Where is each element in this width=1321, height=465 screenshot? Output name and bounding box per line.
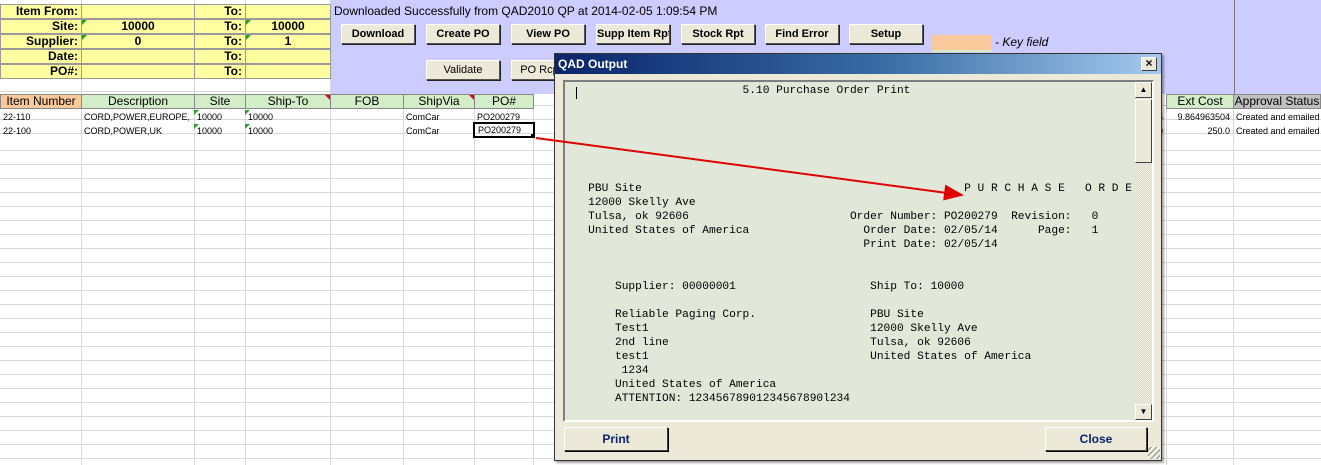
- output-line: Test1 12000 Skelly Ave: [568, 323, 978, 335]
- cell-fob[interactable]: [330, 110, 403, 124]
- output-line: 2nd line Tulsa, ok 92606: [568, 337, 971, 349]
- key-field-legend: - Key field: [995, 35, 1049, 49]
- stock-rpt-button[interactable]: Stock Rpt: [681, 24, 755, 44]
- output-line: 12000 Skelly Ave: [568, 197, 696, 209]
- site-label: Site:: [0, 19, 82, 34]
- cell-approval-status[interactable]: Created and emailed: [1233, 124, 1321, 138]
- setup-button[interactable]: Setup: [849, 24, 923, 44]
- output-line: Print Date: 02/05/14: [568, 239, 998, 251]
- item-from-label: Item From:: [0, 4, 82, 19]
- site-to-field[interactable]: 10000: [245, 19, 331, 34]
- date-to-label: To:: [194, 49, 246, 64]
- po-from-field[interactable]: [81, 64, 195, 79]
- cell-item-number[interactable]: 22-100: [0, 124, 81, 138]
- site-to-label: To:: [194, 19, 246, 34]
- output-line: Tulsa, ok 92606 Order Number: PO200279 R…: [568, 211, 1099, 223]
- cell-po-selected[interactable]: PO200279: [473, 122, 535, 138]
- item-to-field[interactable]: [245, 4, 331, 19]
- cell-ship-to[interactable]: 10000: [245, 110, 330, 124]
- column-header-ship-to[interactable]: Ship-To: [245, 94, 331, 109]
- output-line: United States of America: [568, 379, 777, 391]
- create-po-button[interactable]: Create PO: [426, 24, 500, 44]
- output-line: United States of America Order Date: 02/…: [568, 225, 1099, 237]
- cell-fob[interactable]: [330, 124, 403, 138]
- find-error-button[interactable]: Find Error: [765, 24, 839, 44]
- selection-fill-handle[interactable]: [531, 134, 535, 138]
- column-header-approval-status[interactable]: Approval Status: [1233, 94, 1321, 109]
- supplier-label: Supplier:: [0, 34, 82, 49]
- column-header-po[interactable]: PO#: [474, 94, 534, 109]
- qad-output-dialog: QAD Output × 5.10 Purchase Order Print P…: [554, 53, 1162, 461]
- cell-ship-via[interactable]: ComCar: [403, 124, 474, 138]
- output-text-area[interactable]: 5.10 Purchase Order Print PBU Site P U R…: [563, 80, 1154, 422]
- column-header-fob[interactable]: FOB: [330, 94, 404, 109]
- column-header-description[interactable]: Description: [81, 94, 195, 109]
- scrollbar-thumb[interactable]: [1135, 99, 1152, 163]
- date-label: Date:: [0, 49, 82, 64]
- print-button[interactable]: Print: [564, 427, 668, 451]
- close-button[interactable]: Close: [1045, 427, 1147, 451]
- item-to-label: To:: [194, 4, 246, 19]
- column-header-ext-cost[interactable]: Ext Cost: [1166, 94, 1234, 109]
- scroll-down-icon[interactable]: ▼: [1135, 404, 1152, 420]
- date-to-field[interactable]: [245, 49, 331, 64]
- dialog-title: QAD Output: [558, 57, 628, 71]
- site-from-field[interactable]: 10000: [81, 19, 195, 34]
- po-label: PO#:: [0, 64, 82, 79]
- cell-description[interactable]: CORD,POWER,EUROPE,: [81, 110, 194, 124]
- header-band-right: [1234, 0, 1321, 94]
- dialog-titlebar[interactable]: QAD Output ×: [555, 54, 1161, 74]
- cell-site[interactable]: 10000: [194, 124, 245, 138]
- output-line: test1 United States of America: [568, 351, 1032, 363]
- cell-ext-cost[interactable]: 9.864963504: [1166, 110, 1233, 124]
- cell-item-number[interactable]: 22-110: [0, 110, 81, 124]
- output-line: ATTENTION: 12345678901234567890l234: [568, 393, 850, 405]
- output-line: Reliable Paging Corp. PBU Site: [568, 309, 924, 321]
- column-header-item-number[interactable]: Item Number: [0, 94, 82, 109]
- close-icon[interactable]: ×: [1141, 57, 1157, 71]
- cell-approval-status[interactable]: Created and emailed: [1233, 110, 1321, 124]
- supplier-to-field[interactable]: 1: [245, 34, 331, 49]
- resize-grip-icon[interactable]: [1148, 447, 1160, 459]
- output-line: 1234: [568, 365, 649, 377]
- output-line: 5.10 Purchase Order Print: [568, 85, 911, 97]
- status-message: Downloaded Successfully from QAD2010 QP …: [334, 4, 718, 18]
- po-to-field[interactable]: [245, 64, 331, 79]
- text-caret: [576, 87, 577, 99]
- item-from-field[interactable]: [81, 4, 195, 19]
- po-to-label: To:: [194, 64, 246, 79]
- output-line: PBU Site P U R C H A S E O R D E R: [568, 183, 1138, 195]
- vertical-scrollbar[interactable]: ▲ ▼: [1135, 82, 1152, 420]
- column-header-site[interactable]: Site: [194, 94, 246, 109]
- cell-site[interactable]: 10000: [194, 110, 245, 124]
- key-field-swatch-secondary: [932, 50, 992, 52]
- cell-ext-cost[interactable]: 250.0: [1166, 124, 1233, 138]
- cell-ship-to[interactable]: 10000: [245, 124, 330, 138]
- supplier-from-field[interactable]: 0: [81, 34, 195, 49]
- cell-description[interactable]: CORD,POWER,UK: [81, 124, 194, 138]
- supplier-to-label: To:: [194, 34, 246, 49]
- column-header-ship-via[interactable]: ShipVia: [403, 94, 475, 109]
- download-button[interactable]: Download: [341, 24, 415, 44]
- validate-button[interactable]: Validate: [426, 60, 500, 80]
- output-line: Supplier: 00000001 Ship To: 10000: [568, 281, 965, 293]
- view-po-button[interactable]: View PO: [511, 24, 585, 44]
- scroll-up-icon[interactable]: ▲: [1135, 82, 1152, 98]
- supp-item-rpt-button[interactable]: Supp Item Rpt: [596, 24, 670, 44]
- date-from-field[interactable]: [81, 49, 195, 64]
- cell-ship-via[interactable]: ComCar: [403, 110, 474, 124]
- purchase-order-print-text: 5.10 Purchase Order Print PBU Site P U R…: [568, 84, 1138, 420]
- key-field-swatch: [932, 35, 992, 50]
